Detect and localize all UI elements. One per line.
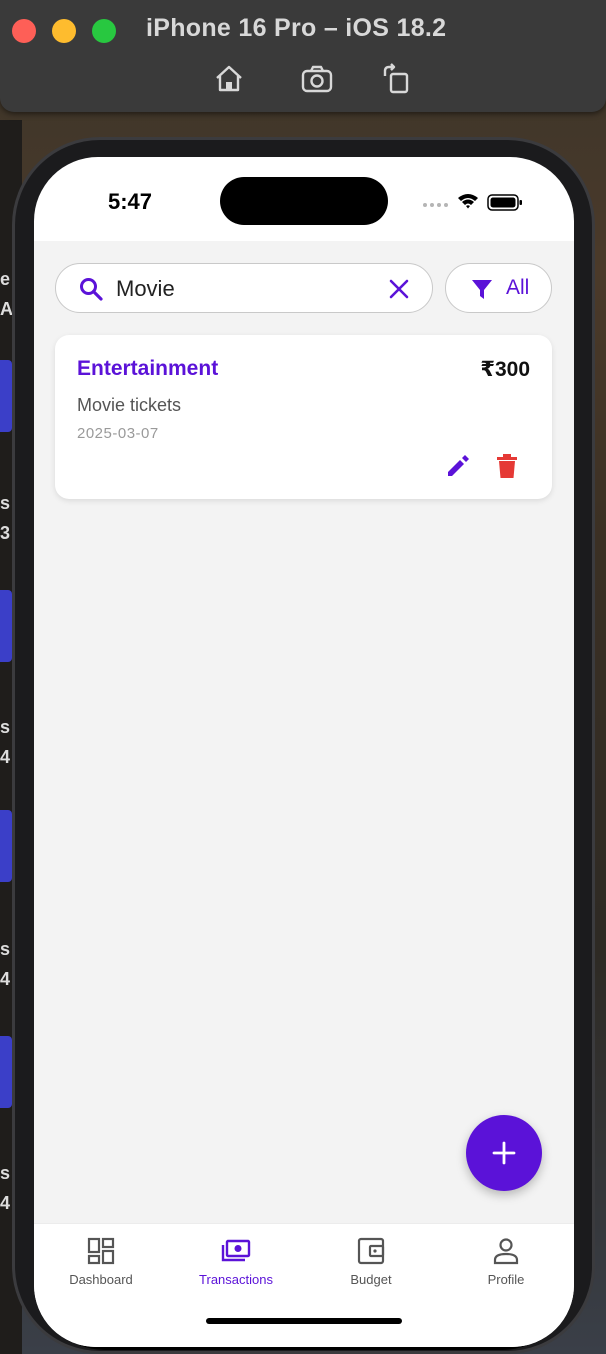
delete-icon[interactable] xyxy=(495,453,519,479)
status-time: 5:47 xyxy=(108,189,153,214)
transaction-description: Movie tickets xyxy=(77,395,182,415)
filter-label: All xyxy=(506,276,530,299)
nav-budget[interactable]: Budget xyxy=(306,1236,436,1296)
bottom-navigation: Dashboard Transactions Budget Profile xyxy=(34,1223,574,1347)
transaction-category: Entertainment xyxy=(77,357,219,380)
signal-dots-icon xyxy=(423,203,448,207)
close-window-button[interactable] xyxy=(12,19,36,43)
nav-dashboard[interactable]: Dashboard xyxy=(36,1236,166,1296)
screenshot-icon[interactable] xyxy=(300,62,334,96)
rotate-icon[interactable] xyxy=(380,62,414,96)
home-indicator[interactable] xyxy=(206,1318,402,1324)
minimize-window-button[interactable] xyxy=(52,19,76,43)
profile-icon xyxy=(493,1238,519,1265)
dashboard-icon xyxy=(87,1237,115,1265)
nav-label-budget: Budget xyxy=(350,1272,392,1287)
add-transaction-button[interactable] xyxy=(466,1115,542,1191)
nav-label-profile: Profile xyxy=(487,1272,525,1287)
maximize-window-button[interactable] xyxy=(92,19,116,43)
simulator-title-bar: iPhone 16 Pro – iOS 18.2 xyxy=(0,0,606,112)
transactions-screen: All Entertainment ₹300 Movie tickets 202… xyxy=(34,241,574,1223)
search-bar xyxy=(55,263,433,313)
search-input[interactable] xyxy=(116,272,376,306)
home-icon[interactable] xyxy=(212,62,246,96)
battery-icon xyxy=(487,194,522,211)
phone-screen: 5:47 Movie All Entertainment ₹300 Movie … xyxy=(34,157,574,1347)
dynamic-island xyxy=(220,177,388,225)
search-icon xyxy=(80,278,103,301)
wallet-icon xyxy=(357,1237,385,1265)
nav-transactions[interactable]: Transactions xyxy=(171,1236,301,1296)
clear-search-icon[interactable] xyxy=(386,276,412,302)
simulator-title: iPhone 16 Pro – iOS 18.2 xyxy=(146,14,447,42)
nav-label-dashboard: Dashboard xyxy=(69,1272,133,1287)
filter-icon xyxy=(472,280,492,299)
status-icons xyxy=(422,191,532,213)
plus-icon xyxy=(492,1141,516,1165)
edit-icon[interactable] xyxy=(445,453,471,479)
transaction-card[interactable]: Entertainment ₹300 Movie tickets 2025-03… xyxy=(55,335,552,499)
nav-label-transactions: Transactions xyxy=(199,1272,273,1287)
nav-profile[interactable]: Profile xyxy=(441,1236,571,1296)
transactions-icon xyxy=(221,1239,251,1262)
transaction-date: 2025-03-07 xyxy=(77,425,159,442)
filter-button[interactable]: All xyxy=(445,263,552,313)
transaction-amount: ₹300 xyxy=(480,358,530,381)
wifi-icon xyxy=(458,194,478,209)
